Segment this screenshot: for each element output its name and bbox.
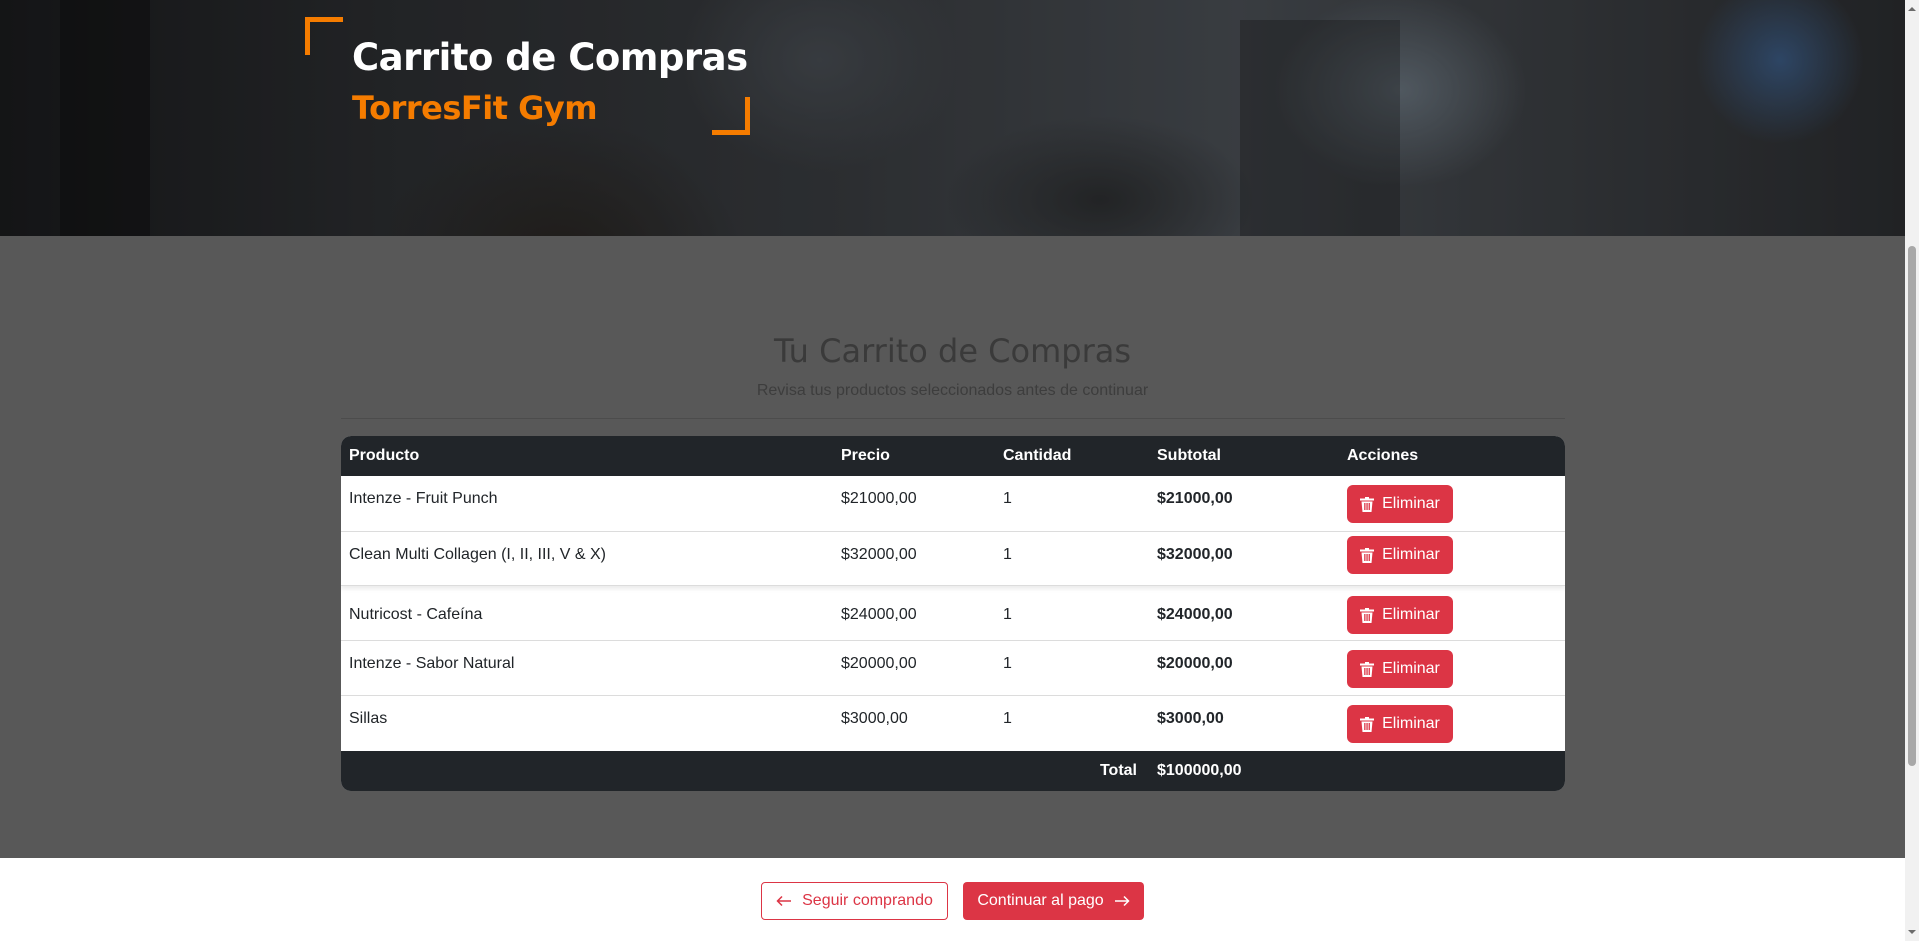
remove-item-button[interactable]: Eliminar bbox=[1347, 536, 1453, 574]
column-header-quantity: Cantidad bbox=[1003, 447, 1072, 464]
cart-lead-text: Revisa tus productos seleccionados antes… bbox=[756, 382, 1149, 399]
cart-heading: Tu Carrito de Compras bbox=[773, 332, 1132, 370]
table-row: Clean Multi Collagen (I, II, III, V & X)… bbox=[341, 532, 1565, 586]
total-value: $100000,00 bbox=[1157, 762, 1242, 779]
remove-item-button[interactable]: Eliminar bbox=[1347, 596, 1453, 634]
table-row: Intenze - Fruit Punch $21000,00 1 $21000… bbox=[341, 476, 1565, 532]
scroll-down-arrow-icon[interactable] bbox=[1907, 927, 1917, 937]
product-quantity: 1 bbox=[1003, 710, 1012, 727]
scrollbar-thumb[interactable] bbox=[1908, 246, 1916, 766]
product-price: $3000,00 bbox=[841, 710, 908, 727]
cart-section: Tu Carrito de Compras Revisa tus product… bbox=[0, 236, 1905, 858]
checkout-label: Continuar al pago bbox=[977, 892, 1104, 909]
remove-item-button[interactable]: Eliminar bbox=[1347, 705, 1453, 743]
page-title: Carrito de Compras bbox=[352, 36, 748, 79]
scroll-up-arrow-icon[interactable] bbox=[1907, 4, 1917, 14]
corner-bracket-bottom-right bbox=[712, 97, 750, 135]
remove-button-label: Eliminar bbox=[1382, 546, 1440, 563]
product-name: Clean Multi Collagen (I, II, III, V & X) bbox=[349, 546, 606, 563]
remove-button-label: Eliminar bbox=[1382, 715, 1440, 732]
product-price: $32000,00 bbox=[841, 546, 917, 563]
table-row: Nutricost - Cafeína $24000,00 1 $24000,0… bbox=[341, 586, 1565, 641]
remove-button-label: Eliminar bbox=[1382, 606, 1440, 623]
product-quantity: 1 bbox=[1003, 490, 1012, 507]
continue-shopping-label: Seguir comprando bbox=[802, 892, 933, 909]
product-price: $24000,00 bbox=[841, 606, 917, 623]
table-row: Intenze - Sabor Natural $20000,00 1 $200… bbox=[341, 641, 1565, 696]
hero-overlay bbox=[0, 0, 1905, 236]
column-header-product: Producto bbox=[349, 447, 420, 464]
scrollbar[interactable] bbox=[1905, 0, 1919, 941]
product-price: $21000,00 bbox=[841, 490, 917, 507]
remove-item-button[interactable]: Eliminar bbox=[1347, 485, 1453, 523]
trash-icon bbox=[1360, 496, 1375, 512]
product-quantity: 1 bbox=[1003, 606, 1012, 623]
product-quantity: 1 bbox=[1003, 655, 1012, 672]
remove-item-button[interactable]: Eliminar bbox=[1347, 650, 1453, 688]
column-header-price: Precio bbox=[841, 447, 890, 464]
checkout-button[interactable]: Continuar al pago bbox=[963, 882, 1144, 920]
remove-button-label: Eliminar bbox=[1382, 495, 1440, 512]
trash-icon bbox=[1360, 661, 1375, 677]
product-subtotal: $3000,00 bbox=[1157, 710, 1224, 727]
product-name: Sillas bbox=[349, 710, 388, 727]
table-header-row: Producto Precio Cantidad Subtotal Accion… bbox=[341, 436, 1565, 476]
product-name: Nutricost - Cafeína bbox=[349, 606, 483, 623]
divider bbox=[341, 418, 1565, 419]
column-header-subtotal: Subtotal bbox=[1157, 447, 1221, 464]
product-subtotal: $32000,00 bbox=[1157, 546, 1233, 563]
continue-shopping-button[interactable]: Seguir comprando bbox=[761, 882, 948, 920]
arrow-right-icon bbox=[1114, 895, 1130, 907]
cart-table: Producto Precio Cantidad Subtotal Accion… bbox=[341, 436, 1565, 791]
table-row: Sillas $3000,00 1 $3000,00 Eliminar bbox=[341, 696, 1565, 751]
hero-banner: Carrito de Compras TorresFit Gym bbox=[0, 0, 1905, 236]
trash-icon bbox=[1360, 547, 1375, 563]
arrow-left-icon bbox=[776, 895, 792, 907]
total-label: Total bbox=[1099, 762, 1137, 779]
trash-icon bbox=[1360, 716, 1375, 732]
product-subtotal: $21000,00 bbox=[1157, 490, 1233, 507]
page: Carrito de Compras TorresFit Gym Tu Carr… bbox=[0, 0, 1905, 941]
trash-icon bbox=[1360, 607, 1375, 623]
product-name: Intenze - Sabor Natural bbox=[349, 655, 515, 672]
table-total-row: Total $100000,00 bbox=[341, 751, 1565, 791]
product-subtotal: $24000,00 bbox=[1157, 606, 1233, 623]
remove-button-label: Eliminar bbox=[1382, 660, 1440, 677]
gym-name: TorresFit Gym bbox=[352, 89, 598, 127]
product-subtotal: $20000,00 bbox=[1157, 655, 1233, 672]
product-price: $20000,00 bbox=[841, 655, 917, 672]
product-quantity: 1 bbox=[1003, 546, 1012, 563]
column-header-actions: Acciones bbox=[1347, 447, 1419, 464]
product-name: Intenze - Fruit Punch bbox=[349, 490, 498, 507]
corner-bracket-top-left bbox=[305, 17, 343, 55]
